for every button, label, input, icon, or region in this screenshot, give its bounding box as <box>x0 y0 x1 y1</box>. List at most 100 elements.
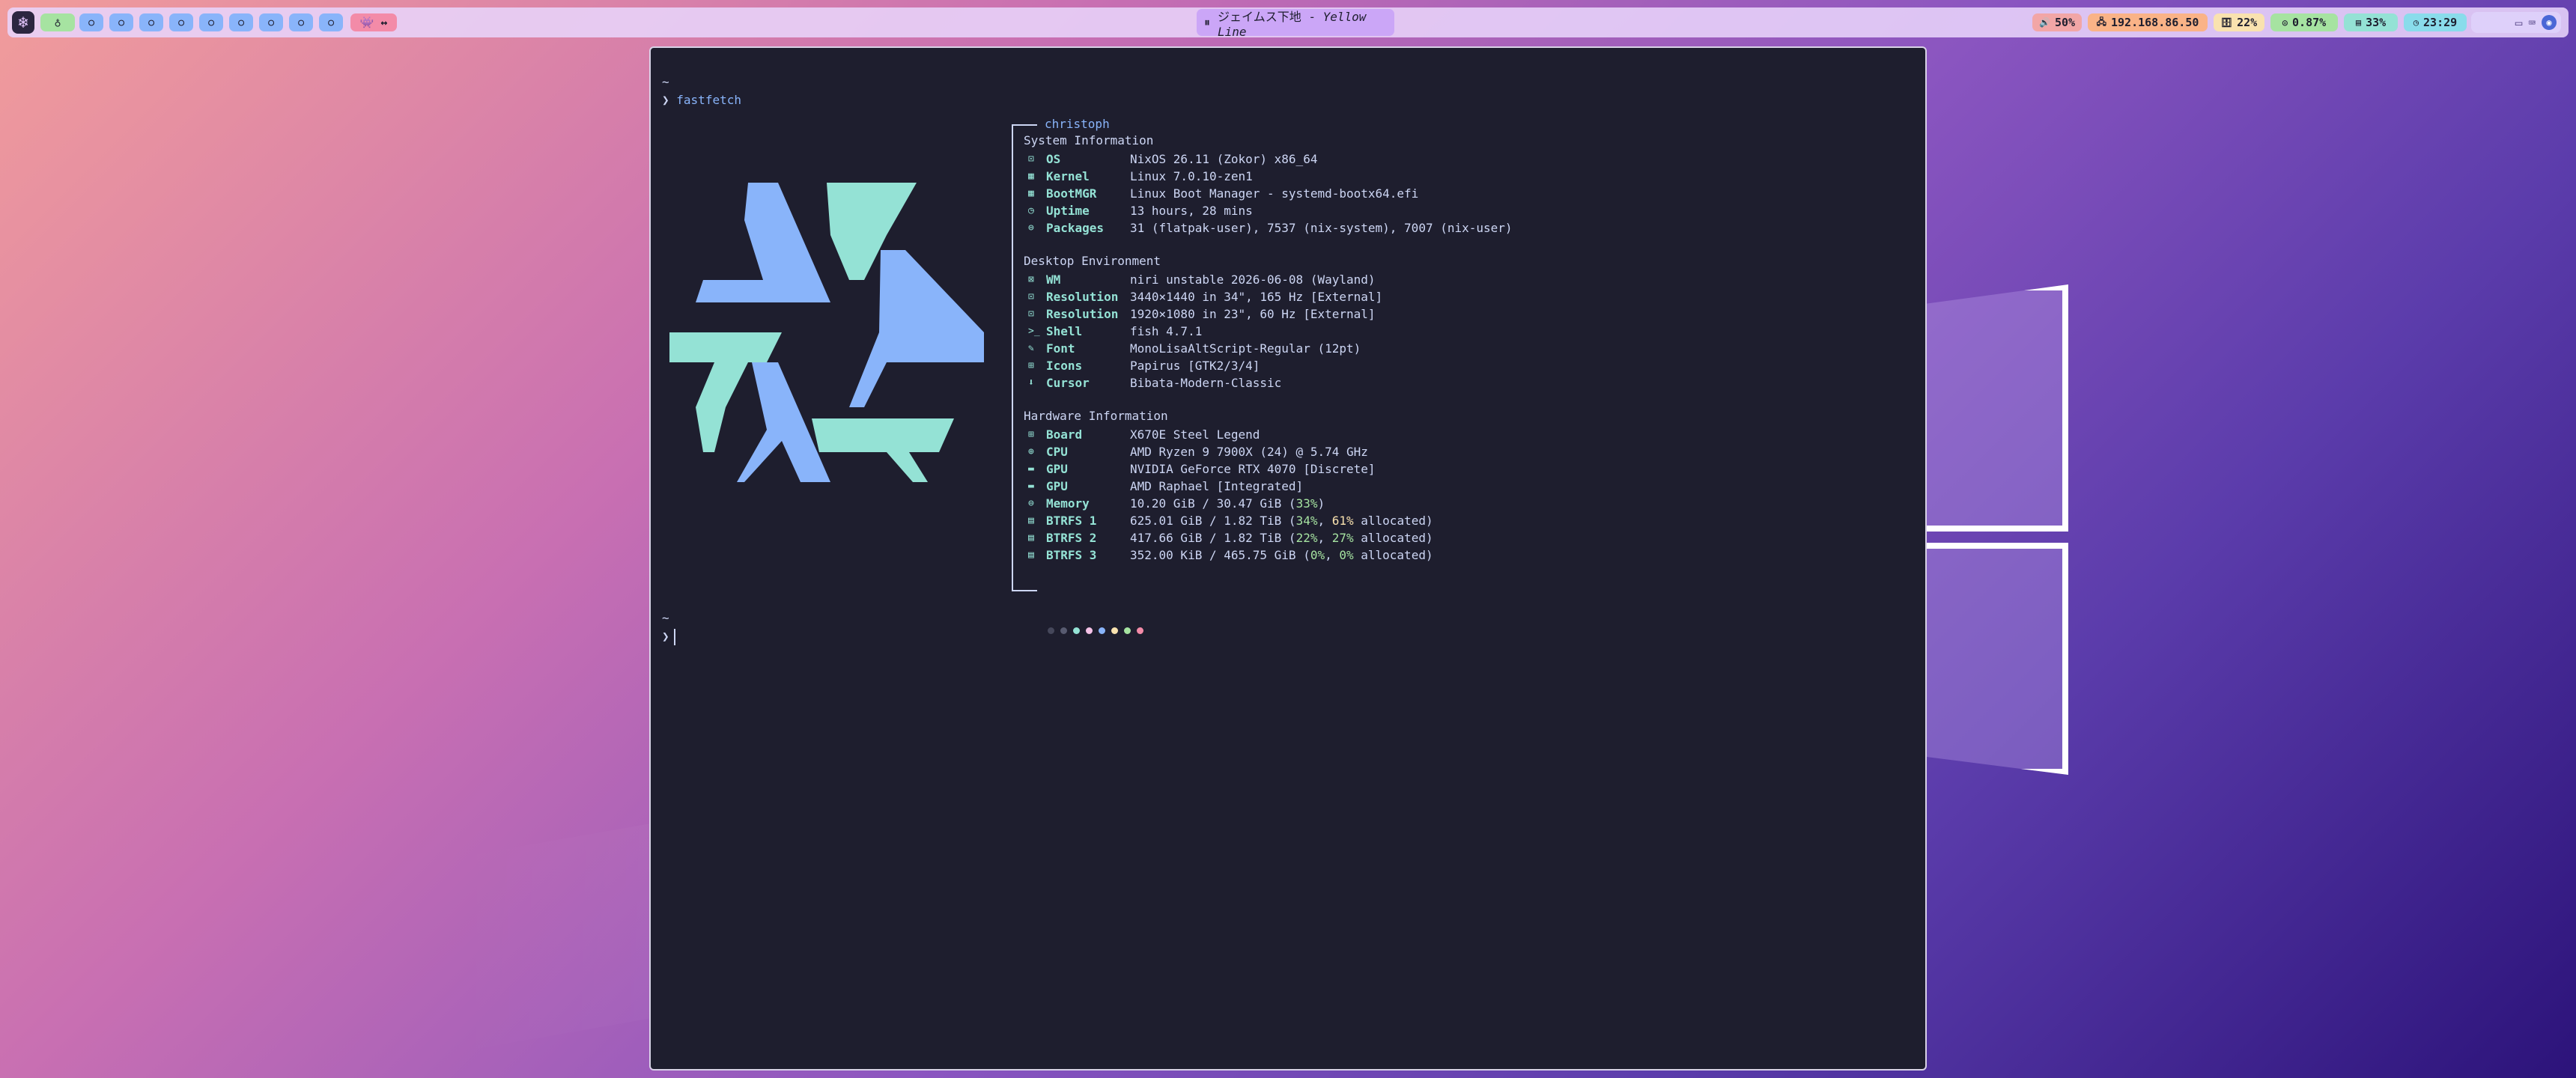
disk-status-pill[interactable]: 🗄 22% <box>2214 13 2264 31</box>
info-row-wm: ⊠ WM niri unstable 2026-06-08 (Wayland) <box>1028 271 1376 288</box>
volume-icon: 🔊 <box>2038 17 2050 28</box>
prompt-cwd-2: ~ <box>662 611 669 625</box>
prompt-line-2[interactable]: ❯ <box>662 629 675 645</box>
prompt-symbol-2: ❯ <box>662 629 669 644</box>
info-row-icon: ⊕ <box>1028 446 1034 457</box>
info-value-text: X670E Steel Legend <box>1130 427 1260 442</box>
palette-dot-1 <box>1048 627 1054 634</box>
info-key: GPU <box>1046 462 1068 476</box>
palette-dot-8 <box>1137 627 1143 634</box>
media-title: ジェイムス下地 <box>1218 9 1301 24</box>
workspace-button-6[interactable]: ○ <box>199 13 223 31</box>
info-value: 625.01 GiB / 1.82 TiB (34%, 61% allocate… <box>1130 514 1433 528</box>
system-tray: ▭ ⌨ ◉ <box>2471 12 2561 33</box>
info-row-icons: ⊞ Icons Papirus [GTK2/3/4] <box>1028 357 1260 374</box>
info-value: NixOS 26.11 (Zokor) x86_64 <box>1130 152 1317 166</box>
clock-status-pill[interactable]: ◷ 23:29 <box>2404 13 2467 31</box>
info-value: 10.20 GiB / 30.47 GiB (33%) <box>1130 496 1325 511</box>
info-value: 13 hours, 28 mins <box>1130 204 1253 218</box>
info-key: BootMGR <box>1046 186 1097 201</box>
info-row-icon: ⊜ <box>1028 222 1034 234</box>
info-value-text: Linux Boot Manager - systemd-bootx64.efi <box>1130 186 1419 201</box>
workspace-button-1[interactable]: ♁ <box>40 13 75 31</box>
memory-status-pill[interactable]: ▤ 33% <box>2344 13 2398 31</box>
info-key: Kernel <box>1046 169 1090 183</box>
info-row-btrfs-3: ▤ BTRFS 3 352.00 KiB / 465.75 GiB (0%, 0% … <box>1028 546 1433 564</box>
info-value: 417.66 GiB / 1.82 TiB (22%, 27% allocate… <box>1130 531 1433 545</box>
info-value: Linux 7.0.10-zen1 <box>1130 169 1253 183</box>
workspace-button-2[interactable]: ○ <box>79 13 103 31</box>
info-value-text: 3440×1440 in 34", 165 Hz [External] <box>1130 290 1383 304</box>
palette-dot-7 <box>1124 627 1131 634</box>
tray-app-icon[interactable]: ◉ <box>2542 15 2557 30</box>
info-value: fish 4.7.1 <box>1130 324 1202 338</box>
usage-percent: 33% <box>1295 496 1318 511</box>
box-bottom-border <box>1012 590 1037 591</box>
info-key: OS <box>1046 152 1061 166</box>
command-text: fastfetch <box>676 93 741 107</box>
info-row-icon: ✎ <box>1028 343 1034 354</box>
info-row-gpu: ▬ GPU NVIDIA GeForce RTX 4070 [Discrete] <box>1028 460 1376 478</box>
info-key: Font <box>1046 341 1075 356</box>
info-row-resolution: ⊡ Resolution 1920×1080 in 23", 60 Hz [Exte… <box>1028 305 1376 323</box>
info-row-icon: ⊠ <box>1028 274 1034 285</box>
workspace-button-3[interactable]: ○ <box>109 13 133 31</box>
info-value-tail: ) <box>1317 496 1325 511</box>
text-cursor <box>673 629 675 645</box>
terminal-window[interactable]: ~ ❯ fastfetch christoph System Informati… <box>649 46 1927 1071</box>
usage-percent: 0% <box>1339 548 1354 562</box>
info-row-icon: ◷ <box>1028 205 1034 216</box>
info-key: Shell <box>1046 324 1083 338</box>
info-row-icon: ▤ <box>1028 532 1034 543</box>
workspace-button-4[interactable]: ○ <box>139 13 163 31</box>
network-status-pill[interactable]: 🖧 192.168.86.50 <box>2088 13 2208 31</box>
info-value-text: MonoLisaAltScript-Regular (12pt) <box>1130 341 1361 356</box>
workspace-button-7[interactable]: ○ <box>229 13 253 31</box>
info-value: 3440×1440 in 34", 165 Hz [External] <box>1130 290 1382 304</box>
info-value: AMD Raphael [Integrated] <box>1130 479 1303 493</box>
info-value-tail: allocated) <box>1353 531 1433 545</box>
info-row-icon: ▤ <box>1028 515 1034 526</box>
nixos-menu-button[interactable]: ❄ <box>12 11 34 34</box>
box-top-border <box>1012 124 1037 126</box>
info-row-board: ⊞ Board X670E Steel Legend <box>1028 426 1260 443</box>
cpu-status-pill[interactable]: ◎ 0.87% <box>2270 13 2338 31</box>
section-title: Hardware Information <box>1024 409 1168 423</box>
special-workspace-button[interactable]: 👾 ↔ <box>350 13 397 31</box>
tray-keyboard-icon[interactable]: ⌨ <box>2528 16 2536 30</box>
info-value-text: niri unstable 2026-06-08 (Wayland) <box>1130 272 1376 287</box>
info-row-icon: ▬ <box>1028 481 1034 492</box>
info-value-tail: allocated) <box>1353 548 1433 562</box>
memory-icon: ▤ <box>2355 17 2362 28</box>
info-row-gpu: ▬ GPU AMD Raphael [Integrated] <box>1028 478 1303 495</box>
info-row-cursor: ⬇ Cursor Bibata-Modern-Classic <box>1028 374 1281 392</box>
cpu-value: 0.87% <box>2292 16 2327 29</box>
tray-window-icon[interactable]: ▭ <box>2515 16 2523 30</box>
info-key: Cursor <box>1046 376 1090 390</box>
info-row-icon: ▦ <box>1028 171 1034 182</box>
workspace-button-9[interactable]: ○ <box>289 13 313 31</box>
info-row-icon: ⊡ <box>1028 153 1034 165</box>
info-value: AMD Ryzen 9 7900X (24) @ 5.74 GHz <box>1130 445 1368 459</box>
info-row-packages: ⊜ Packages 31 (flatpak-user), 7537 (nix-sy… <box>1028 219 1513 237</box>
workspace-button-10[interactable]: ○ <box>319 13 343 31</box>
info-row-icon: ⊜ <box>1028 498 1034 509</box>
info-key: Resolution <box>1046 290 1119 304</box>
pause-icon[interactable]: ⏸ <box>1204 15 1210 30</box>
media-separator: - <box>1301 9 1323 24</box>
disk-icon: 🗄 <box>2220 17 2233 28</box>
info-row-kernel: ▦ Kernel Linux 7.0.10-zen1 <box>1028 168 1253 185</box>
info-row-icon: ▦ <box>1028 188 1034 199</box>
info-row-icon: ▬ <box>1028 463 1034 475</box>
info-key: Icons <box>1046 359 1083 373</box>
workspace-button-8[interactable]: ○ <box>259 13 283 31</box>
info-value: 31 (flatpak-user), 7537 (nix-system), 70… <box>1130 221 1513 235</box>
username-title: christoph <box>1045 117 1110 131</box>
media-player-widget[interactable]: ⏸ ジェイムス下地 - Yellow Line <box>1197 9 1394 39</box>
info-value-text: NVIDIA GeForce RTX 4070 [Discrete] <box>1130 462 1376 476</box>
info-value: Papirus [GTK2/3/4] <box>1130 359 1260 373</box>
volume-status-pill[interactable]: 🔊 50% <box>2032 13 2082 31</box>
info-key: WM <box>1046 272 1061 287</box>
section-title: Desktop Environment <box>1024 254 1161 268</box>
workspace-button-5[interactable]: ○ <box>169 13 193 31</box>
